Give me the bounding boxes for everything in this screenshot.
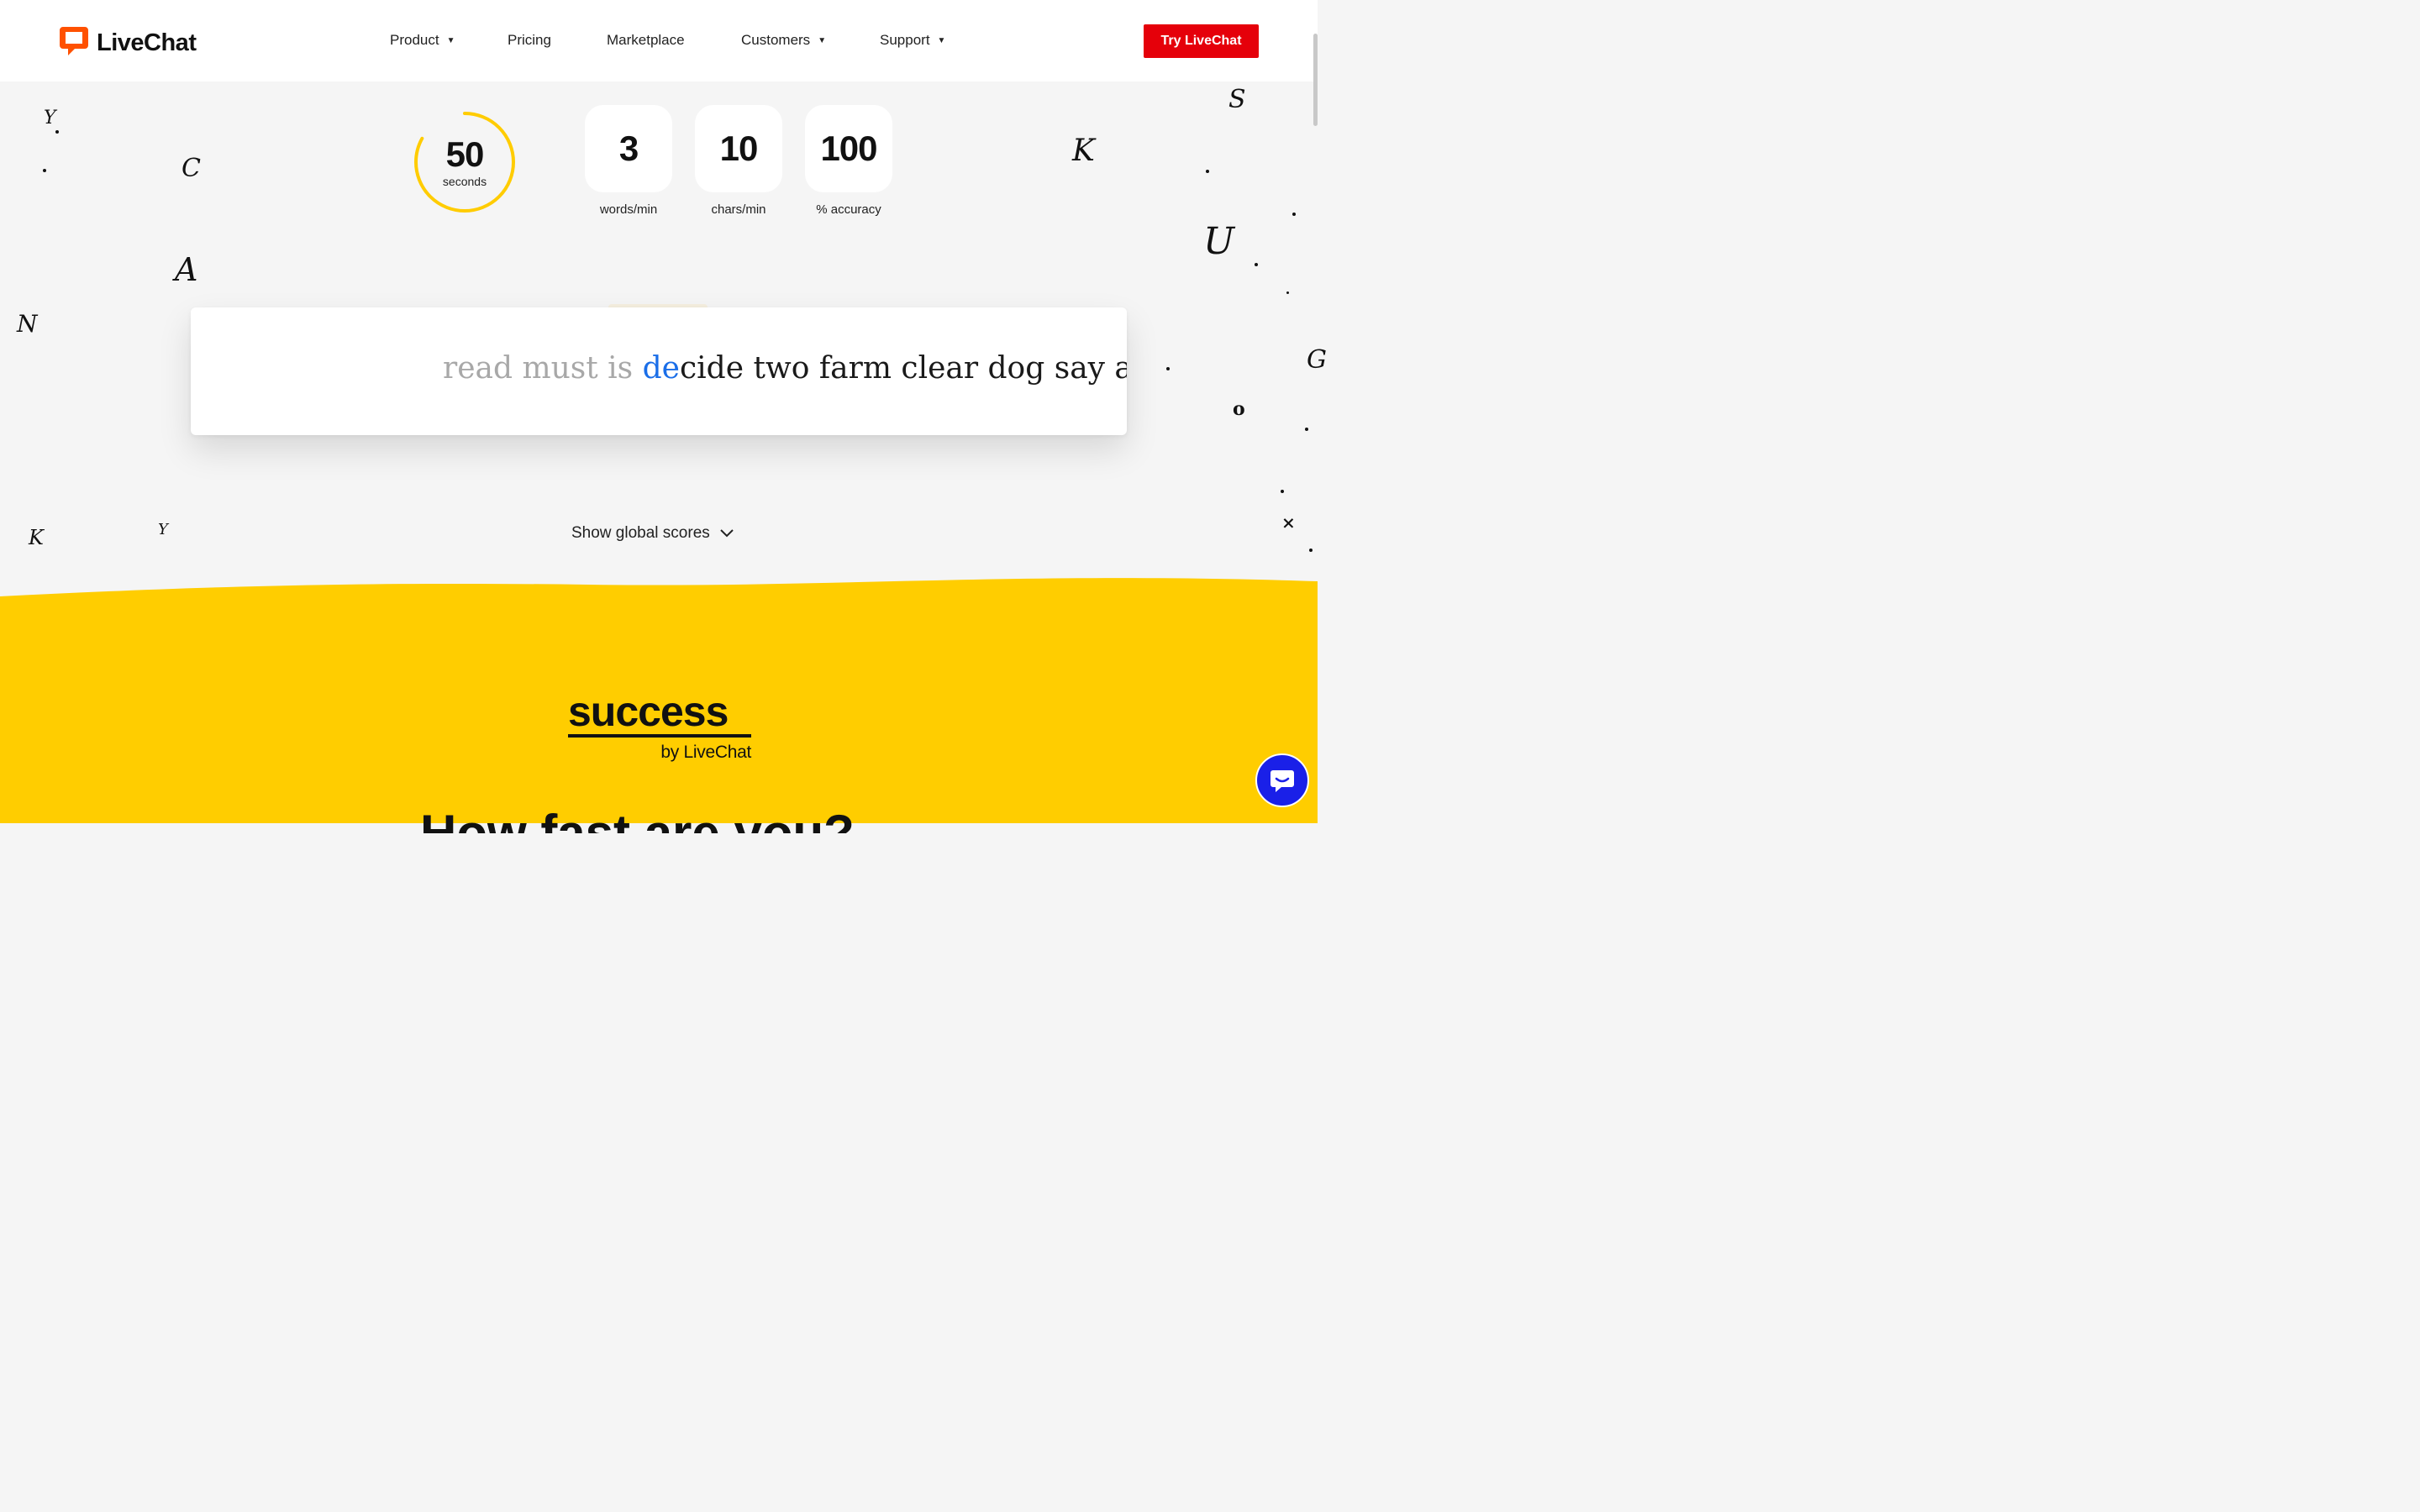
typing-text: read must is decide two farm clear dog s…: [443, 351, 1127, 386]
deco-dot: [1309, 549, 1313, 552]
deco-letter: ×: [1281, 512, 1296, 533]
typing-area[interactable]: read must is decide two farm clear dog s…: [191, 307, 1127, 435]
page-scrollbar[interactable]: [1313, 34, 1318, 126]
nav-item-label: Pricing: [508, 32, 551, 48]
global-scores-label: Show global scores: [571, 524, 710, 542]
accuracy-label: % accuracy: [816, 202, 881, 217]
try-livechat-button[interactable]: Try LiveChat: [1144, 24, 1259, 58]
typed-words: read must is: [443, 351, 643, 386]
caret-down-icon: ▼: [818, 35, 827, 45]
deco-dot: [1255, 263, 1258, 266]
countdown-timer: 50 seconds: [413, 111, 516, 213]
chat-widget-icon: [1270, 770, 1294, 792]
deco-letter: S: [1228, 85, 1246, 114]
deco-letter: K: [1072, 134, 1095, 168]
show-global-scores-button[interactable]: Show global scores: [571, 524, 734, 543]
section-heading: How fast are you?: [420, 808, 891, 833]
nav-item-label: Support: [880, 32, 930, 48]
chevron-down-icon: [720, 529, 734, 538]
deco-letter: Y: [44, 108, 56, 129]
deco-dot: [1286, 291, 1289, 294]
nav-item-pricing[interactable]: Pricing: [508, 32, 551, 49]
deco-letter: o: [1233, 398, 1245, 420]
caret-down-icon: ▼: [446, 35, 455, 45]
words-per-min-label: words/min: [599, 202, 658, 217]
success-by-livechat-logo[interactable]: success by LiveChat: [568, 690, 751, 763]
nav-item-product[interactable]: Product ▼: [390, 32, 455, 49]
deco-letter: U: [1203, 220, 1235, 263]
deco-dot: [1305, 428, 1308, 431]
timer-value: 50: [445, 134, 485, 174]
deco-dot: [1206, 170, 1209, 173]
nav-item-label: Product: [390, 32, 439, 48]
words-per-min-card: 3: [585, 105, 672, 192]
deco-letter: Y: [158, 521, 168, 538]
nav-item-marketplace[interactable]: Marketplace: [607, 32, 685, 49]
chars-per-min-label: chars/min: [711, 202, 766, 217]
caret-down-icon: ▼: [937, 35, 946, 45]
accuracy-card: 100: [805, 105, 892, 192]
deco-dot: [43, 169, 46, 172]
site-header: LiveChat Product ▼ Pricing Marketplace C…: [0, 0, 1318, 81]
deco-letter: C: [182, 154, 201, 183]
main-nav: Product ▼ Pricing Marketplace Customers …: [0, 0, 1318, 81]
chat-widget-button[interactable]: [1255, 753, 1309, 807]
nav-item-label: Marketplace: [607, 32, 685, 48]
current-word-typed: de: [642, 351, 680, 386]
deco-letter: K: [29, 526, 44, 549]
nav-item-support[interactable]: Support ▼: [880, 32, 945, 49]
deco-dot: [1166, 367, 1170, 370]
nav-item-label: Customers: [741, 32, 811, 48]
nav-item-customers[interactable]: Customers ▼: [741, 32, 826, 49]
deco-dot: [55, 130, 59, 134]
deco-letter: N: [17, 310, 38, 338]
success-wordmark: success: [568, 688, 729, 735]
deco-dot: [1281, 490, 1284, 493]
success-by-text: by LiveChat: [660, 743, 751, 762]
remaining-text: cide two farm clear dog say area s: [679, 351, 1127, 386]
deco-dot: [1292, 213, 1296, 216]
timer-unit: seconds: [442, 175, 487, 188]
chars-per-min-card: 10: [695, 105, 782, 192]
deco-letter: G: [1307, 345, 1327, 375]
deco-letter: A: [175, 251, 198, 288]
